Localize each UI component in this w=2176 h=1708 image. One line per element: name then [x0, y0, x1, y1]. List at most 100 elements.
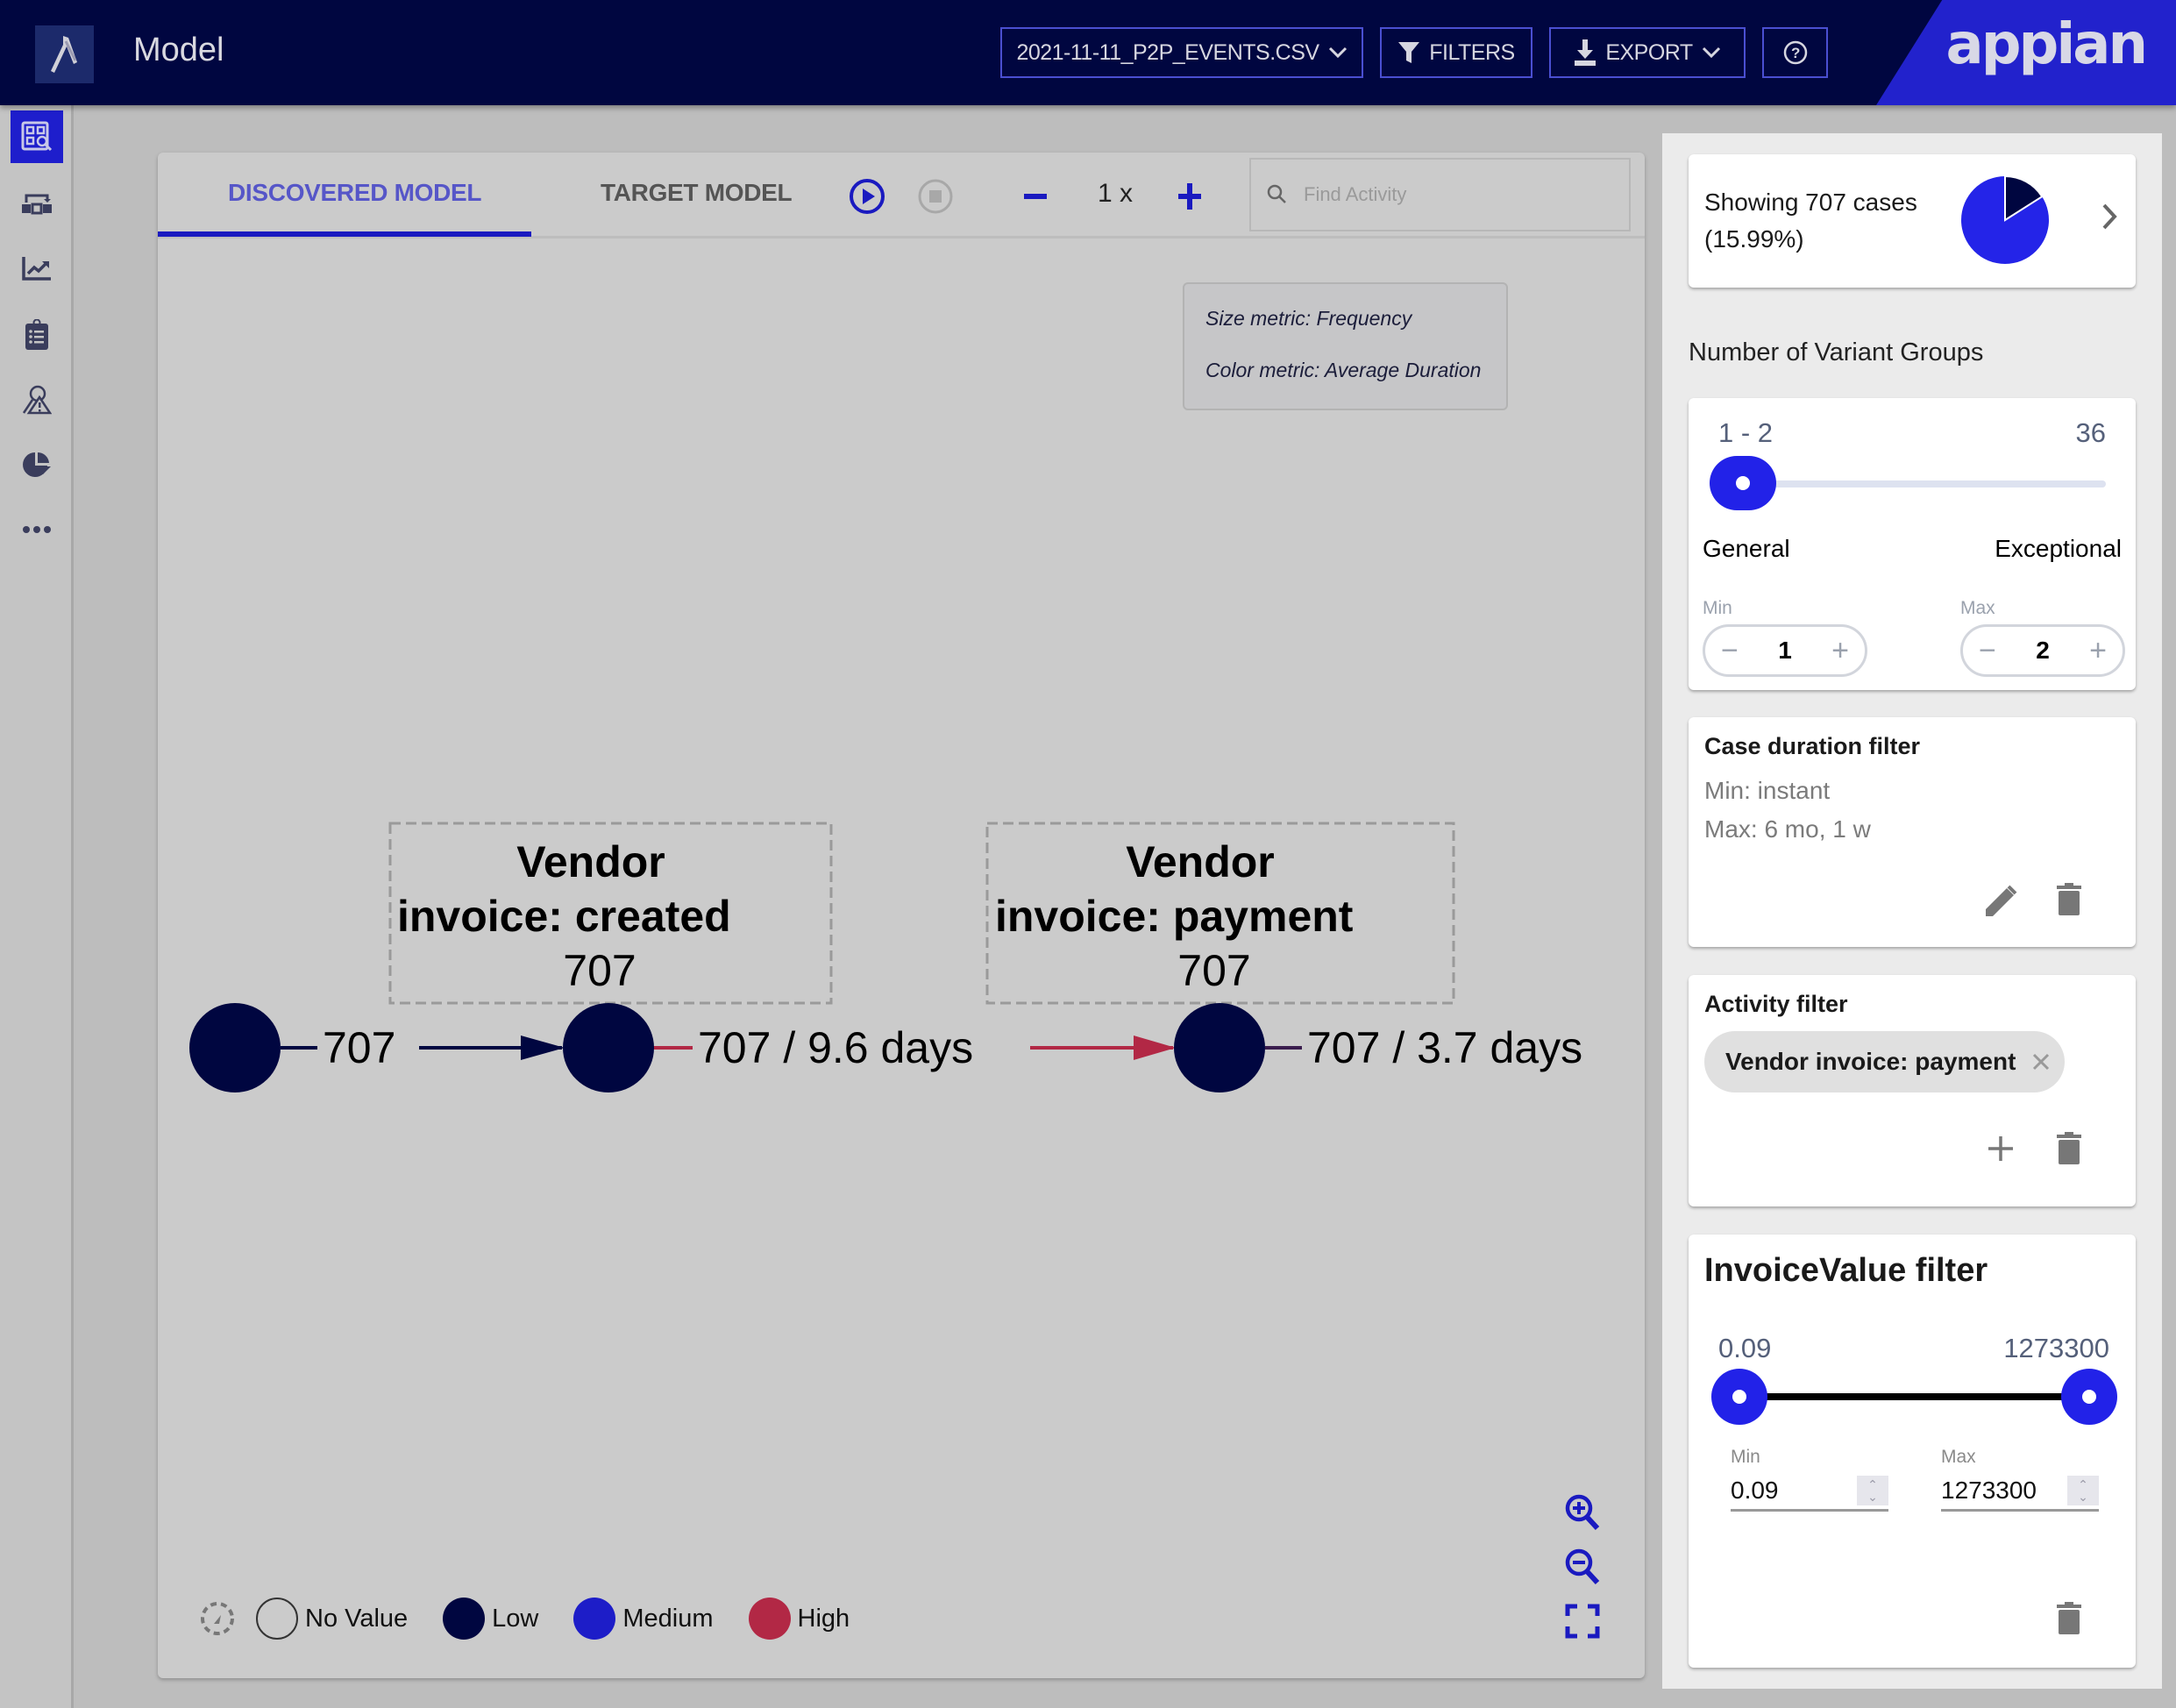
add-activity-button[interactable] [1981, 1129, 2020, 1168]
invoice-value-card: InvoiceValue filter 0.09 1273300 Min Max… [1689, 1235, 2136, 1668]
max-caption: Max [1960, 598, 1995, 618]
app-header: Model 2021-11-11_P2P_EVENTS.CSV FILTERS … [0, 0, 2176, 105]
trend-chart-icon [22, 257, 51, 281]
invoice-max-input[interactable]: 1273300 ⌃ ⌄ [1941, 1471, 2099, 1512]
variant-slider-thumb[interactable] [1710, 456, 1776, 510]
plus-icon [1988, 1136, 2013, 1161]
risk-analysis-icon [22, 385, 52, 415]
input-value: 1273300 [1941, 1476, 2037, 1504]
legend-toggle[interactable] [198, 1599, 237, 1638]
variant-max-stepper[interactable]: − 2 + [1960, 624, 2125, 677]
invoice-value-title: InvoiceValue filter [1704, 1252, 1988, 1289]
rail-item-process-flow[interactable] [11, 177, 63, 230]
general-label: General [1703, 535, 1790, 562]
increment-button[interactable]: + [2089, 634, 2107, 668]
delete-button[interactable] [2050, 1599, 2088, 1638]
duration-max: Max: 6 mo, 1 w [1704, 815, 1871, 843]
zoom-in-icon [1565, 1494, 1600, 1531]
file-select-label: 2021-11-11_P2P_EVENTS.CSV [1016, 39, 1319, 65]
rail-item-discovery-model[interactable] [11, 110, 63, 163]
edit-button[interactable] [1981, 882, 2020, 921]
chevron-down-icon [1328, 46, 1347, 59]
activity-created-count: 707 [563, 946, 636, 995]
page-title: Model [133, 32, 224, 68]
cases-summary-card[interactable]: Showing 707 cases (15.99%) [1689, 154, 2136, 288]
delete-button[interactable] [2050, 880, 2088, 919]
variant-slider-track[interactable] [1739, 480, 2106, 487]
rail-item-risk-analysis[interactable] [11, 374, 63, 426]
rail-item-trends[interactable] [11, 242, 63, 295]
chip-label: Vendor invoice: payment [1725, 1048, 2016, 1075]
edge-arrowhead [521, 1035, 565, 1060]
edge-payment-label: 707 / 3.7 days [1307, 1023, 1582, 1072]
variant-groups-card: 1 - 2 36 General Exceptional Min Max − 1… [1689, 398, 2136, 690]
edge-arrowhead [1134, 1035, 1176, 1060]
rail-item-checklist[interactable] [11, 309, 63, 361]
legend-swatch [256, 1598, 298, 1640]
zoom-out-button[interactable] [1561, 1540, 1604, 1594]
legend-swatch [443, 1598, 486, 1640]
zoom-out-icon [1565, 1548, 1600, 1585]
edge-created-label: 707 / 9.6 days [698, 1023, 973, 1072]
activity-node-created[interactable] [563, 1003, 654, 1092]
filters-button[interactable]: FILTERS [1380, 27, 1532, 78]
activity-filter-title: Activity filter [1704, 991, 1848, 1017]
invoice-min-thumb[interactable] [1711, 1369, 1767, 1425]
activity-payment-line1: Vendor [1126, 837, 1274, 886]
file-select-dropdown[interactable]: 2021-11-11_P2P_EVENTS.CSV [1000, 27, 1363, 78]
case-duration-card: Case duration filter Min: instant Max: 6… [1689, 717, 2136, 947]
activity-node-payment[interactable] [1174, 1003, 1265, 1092]
activity-payment-count: 707 [1177, 946, 1250, 995]
rail-item-distribution[interactable] [11, 438, 63, 491]
legend-item-medium: Medium [573, 1598, 714, 1640]
trash-icon [2057, 883, 2081, 915]
invoice-max-thumb[interactable] [2061, 1369, 2117, 1425]
svg-text:?: ? [1791, 45, 1800, 61]
spinner-icon[interactable]: ⌃ ⌄ [2067, 1475, 2099, 1505]
spinner-icon[interactable]: ⌃ ⌄ [1857, 1475, 1888, 1505]
close-icon[interactable] [2031, 1052, 2051, 1071]
pie-chart-icon [23, 452, 51, 477]
delete-button[interactable] [2050, 1129, 2088, 1168]
invoice-slider-track[interactable] [1739, 1393, 2090, 1400]
export-dropdown[interactable]: EXPORT [1549, 27, 1746, 78]
app-logo[interactable] [35, 25, 94, 83]
legend-label: Low [492, 1604, 539, 1633]
legend-swatch [748, 1598, 791, 1640]
variant-max-label: 36 [2075, 417, 2106, 448]
help-icon: ? [1783, 40, 1807, 65]
discovery-model-icon [21, 121, 53, 152]
color-legend: No Value Low Medium High [198, 1598, 885, 1640]
invoice-high-label: 1273300 [2003, 1333, 2109, 1363]
variant-min-stepper[interactable]: − 1 + [1703, 624, 1867, 677]
increment-button[interactable]: + [1831, 634, 1849, 668]
help-button[interactable]: ? [1762, 27, 1828, 78]
exceptional-label: Exceptional [1995, 535, 2122, 562]
invoice-low-label: 0.09 [1718, 1333, 1772, 1363]
stepper-value: 2 [2036, 637, 2050, 664]
trash-icon [2057, 1132, 2081, 1164]
chevron-right-icon[interactable] [2101, 202, 2120, 231]
decrement-button[interactable]: − [1979, 634, 1996, 668]
activity-created-line2: invoice: created [397, 892, 731, 941]
legend-item-no-value: No Value [256, 1598, 408, 1640]
stepper-value: 1 [1778, 637, 1792, 664]
chevron-down-icon [1702, 46, 1720, 59]
rail-item-more[interactable] [11, 503, 63, 556]
variant-groups-title: Number of Variant Groups [1689, 338, 1984, 367]
legend-label: High [797, 1604, 850, 1633]
start-node[interactable] [189, 1003, 281, 1092]
cases-summary-text: Showing 707 cases (15.99%) [1704, 184, 1917, 258]
process-graph: Vendor invoice: created 707 Vendor invoi… [189, 822, 1582, 1092]
cases-percent: (15.99%) [1704, 225, 1804, 253]
min-caption: Min [1703, 598, 1732, 618]
activity-payment-line2: invoice: payment [995, 892, 1354, 941]
activity-chip[interactable]: Vendor invoice: payment [1704, 1031, 2066, 1092]
decrement-button[interactable]: − [1721, 634, 1739, 668]
zoom-in-button[interactable] [1561, 1485, 1604, 1540]
invoice-min-caption: Min [1731, 1447, 1760, 1467]
edge-start-label: 707 [323, 1023, 395, 1072]
invoice-min-input[interactable]: 0.09 ⌃ ⌄ [1731, 1471, 1888, 1512]
fit-screen-button[interactable] [1561, 1594, 1604, 1648]
download-icon [1575, 39, 1596, 66]
